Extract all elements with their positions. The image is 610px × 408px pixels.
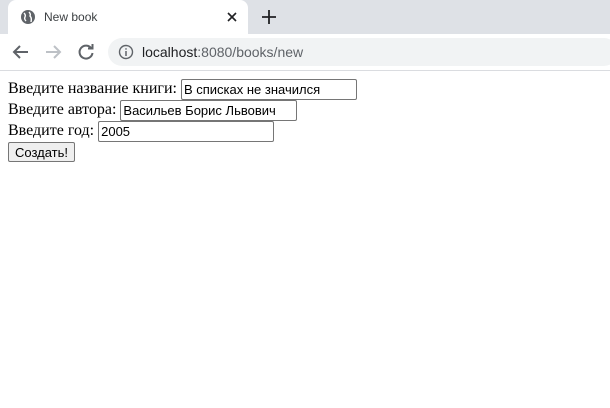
info-icon[interactable] bbox=[118, 44, 134, 60]
year-input[interactable] bbox=[98, 120, 275, 142]
year-label: Введите год: bbox=[8, 122, 95, 139]
back-arrow-icon[interactable] bbox=[11, 42, 31, 62]
browser-toolbar: localhost:8080/books/new bbox=[0, 34, 610, 71]
title-input[interactable] bbox=[180, 78, 357, 100]
close-tab-icon[interactable] bbox=[224, 9, 240, 25]
author-row: Введите автора: bbox=[8, 99, 357, 121]
browser-tab[interactable]: New book bbox=[8, 0, 248, 34]
author-label: Введите автора: bbox=[8, 101, 117, 118]
tab-title: New book bbox=[44, 10, 98, 24]
author-input[interactable] bbox=[120, 99, 298, 121]
forward-arrow-icon[interactable] bbox=[43, 42, 63, 62]
tab-strip: New book bbox=[0, 0, 610, 34]
url-path: :8080/books/new bbox=[197, 44, 304, 60]
url-text[interactable]: localhost:8080/books/new bbox=[142, 44, 303, 60]
reload-icon[interactable] bbox=[76, 42, 96, 62]
book-form: Введите название книги: Введите автора: … bbox=[8, 78, 357, 163]
submit-row: Создать! bbox=[8, 141, 357, 163]
address-bar[interactable]: localhost:8080/books/new bbox=[108, 38, 610, 66]
url-host: localhost bbox=[142, 44, 198, 60]
new-tab-plus-icon[interactable] bbox=[259, 7, 279, 27]
year-row: Введите год: bbox=[8, 120, 357, 142]
title-label: Введите название книги: bbox=[8, 80, 177, 97]
create-button[interactable]: Создать! bbox=[8, 142, 76, 163]
title-row: Введите название книги: bbox=[8, 78, 357, 100]
globe-icon bbox=[21, 10, 35, 24]
